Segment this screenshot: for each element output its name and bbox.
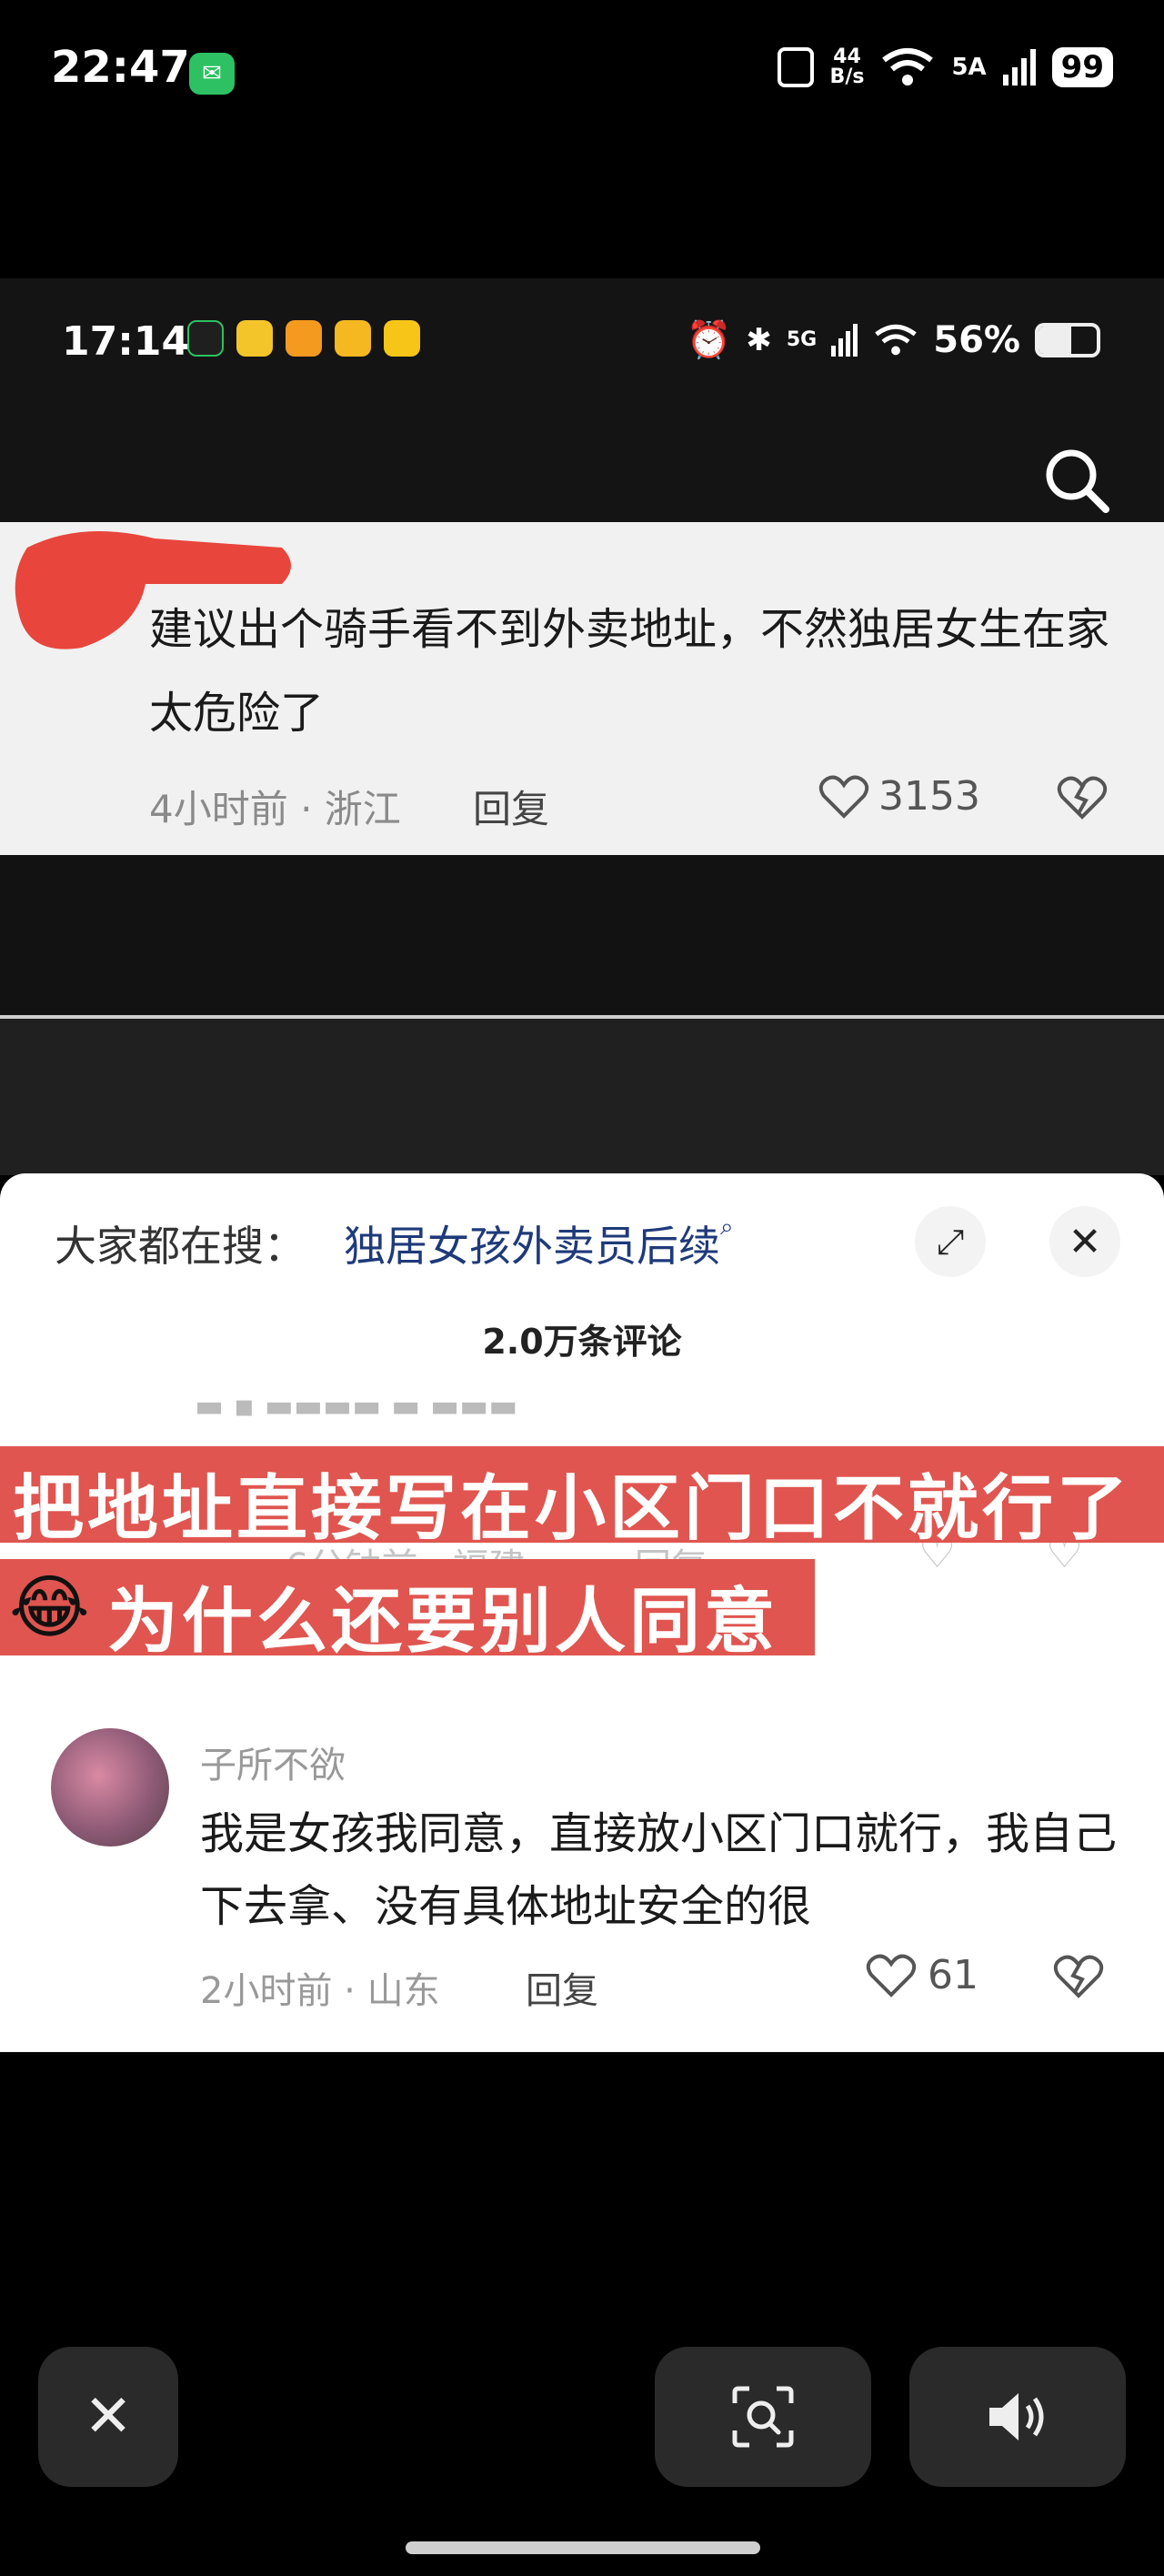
inner-status-time: 17:14: [62, 318, 190, 365]
like-count: 61: [928, 1952, 978, 1998]
comment-text: 建议出个骑手看不到外卖地址，不然独居女生在家太危险了: [149, 604, 1110, 739]
scan-search-icon: [732, 2386, 794, 2448]
wechat-icon: ✉: [189, 53, 235, 95]
network-label: 5G: [786, 328, 818, 351]
battery-indicator: 99: [1051, 47, 1113, 87]
caption-line-1: 把地址直接写在小区门口不就行了: [0, 1446, 1164, 1550]
signal-icon: [1002, 49, 1036, 86]
video-background-lower: [0, 1019, 1164, 1175]
scan-button[interactable]: [655, 2347, 871, 2487]
home-indicator[interactable]: [406, 2541, 760, 2554]
inner-battery-text: 56%: [933, 318, 1020, 361]
like-button[interactable]: 61: [866, 1952, 978, 1998]
net-speed: 44 B/s: [829, 45, 865, 88]
comment-count: 2.0万条评论: [482, 1322, 682, 1362]
signal-label: 5A: [951, 54, 987, 81]
trending-search-label: 大家都在搜：: [55, 1222, 306, 1271]
trending-search-link[interactable]: 独居女孩外卖员后续⌕: [344, 1213, 734, 1273]
video-background: [0, 855, 1164, 1017]
bluetooth-icon: ✱: [746, 321, 772, 358]
music-app-icon: [187, 320, 224, 357]
inner-status-indicators: ⏰ ✱ 5G 56%: [687, 318, 1100, 361]
comment-meta: 4小时前 · 浙江: [149, 787, 401, 831]
like-count: 3153: [878, 773, 980, 820]
heart-icon: [866, 1954, 917, 1997]
inner-wifi-icon: [875, 324, 918, 355]
obscured-comment-row: ▬ ▪ ▬▬▬▬ ▬ ▬▬▬: [195, 1388, 518, 1424]
expand-icon[interactable]: ⤢: [915, 1206, 986, 1277]
dislike-icon[interactable]: [1057, 775, 1108, 820]
status-time: 22:47: [51, 42, 190, 93]
search-small-icon: ⌕: [720, 1213, 734, 1241]
status-indicators: 44 B/s 5A 99: [777, 45, 1113, 88]
comment-meta: 2小时前 · 山东: [200, 1970, 440, 2012]
meituan-app-icon: [384, 320, 420, 357]
search-icon[interactable]: [1040, 444, 1113, 517]
laughing-emoji-icon: 😂: [9, 1566, 90, 1647]
inner-signal-icon: [831, 323, 858, 357]
alarm-icon: ⏰: [686, 319, 732, 361]
wifi-icon: [882, 48, 934, 86]
dislike-icon[interactable]: [1053, 1954, 1104, 1999]
inner-battery-icon: [1035, 322, 1100, 357]
inner-screenshot-header: [0, 278, 1164, 522]
comment-text: 我是女孩我同意，直接放小区门口就行，我自己下去拿、没有具体地址安全的很: [200, 1808, 1118, 1932]
notes-app-icon: [286, 320, 322, 357]
close-sheet-button[interactable]: ✕: [1049, 1206, 1120, 1277]
heart-icon: [818, 775, 869, 819]
reply-button[interactable]: 回复: [473, 779, 549, 834]
volume-button[interactable]: [909, 2347, 1126, 2487]
reply-button[interactable]: 回复: [526, 1961, 598, 2014]
delivery-app-icon: [236, 320, 273, 357]
speaker-icon: [989, 2393, 1044, 2440]
vibrate-icon: [777, 47, 814, 87]
avatar[interactable]: [51, 1728, 169, 1846]
courier-app-icon: [335, 320, 371, 357]
close-button[interactable]: ✕: [38, 2347, 178, 2487]
caption-line-2: 😂 为什么还要别人同意: [0, 1559, 815, 1663]
like-button[interactable]: 3153: [818, 773, 980, 820]
inner-app-icons: [187, 320, 420, 357]
username[interactable]: 子所不欲: [200, 1736, 346, 1788]
